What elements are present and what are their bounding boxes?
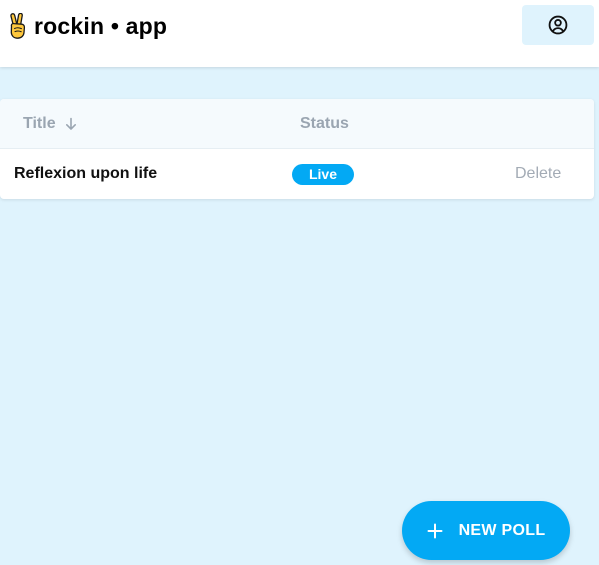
account-button[interactable] xyxy=(522,5,594,45)
column-header-title[interactable]: Title xyxy=(23,115,78,133)
poll-title: Reflexion upon life xyxy=(14,165,158,182)
brand: rockin • app xyxy=(6,12,167,40)
account-circle-icon xyxy=(548,15,568,35)
status-badge: Live xyxy=(292,164,354,185)
column-header-label: Title xyxy=(23,115,56,132)
column-header-status: Status xyxy=(300,115,349,133)
arrow-down-icon xyxy=(65,117,76,130)
column-header-label: Status xyxy=(300,115,349,132)
plus-icon xyxy=(427,523,443,538)
delete-button[interactable]: Delete xyxy=(515,165,561,183)
table-row[interactable]: Reflexion upon life Live Delete xyxy=(0,149,594,199)
new-poll-label: NEW POLL xyxy=(458,521,546,539)
top-app-bar: rockin • app xyxy=(0,0,599,67)
new-poll-button[interactable]: NEW POLL xyxy=(402,501,570,560)
app-title: rockin • app xyxy=(34,13,168,39)
victory-hand-icon xyxy=(10,13,26,39)
polls-table: Title Status Reflexion upon life Live De… xyxy=(0,99,594,199)
table-header: Title Status xyxy=(0,99,594,149)
